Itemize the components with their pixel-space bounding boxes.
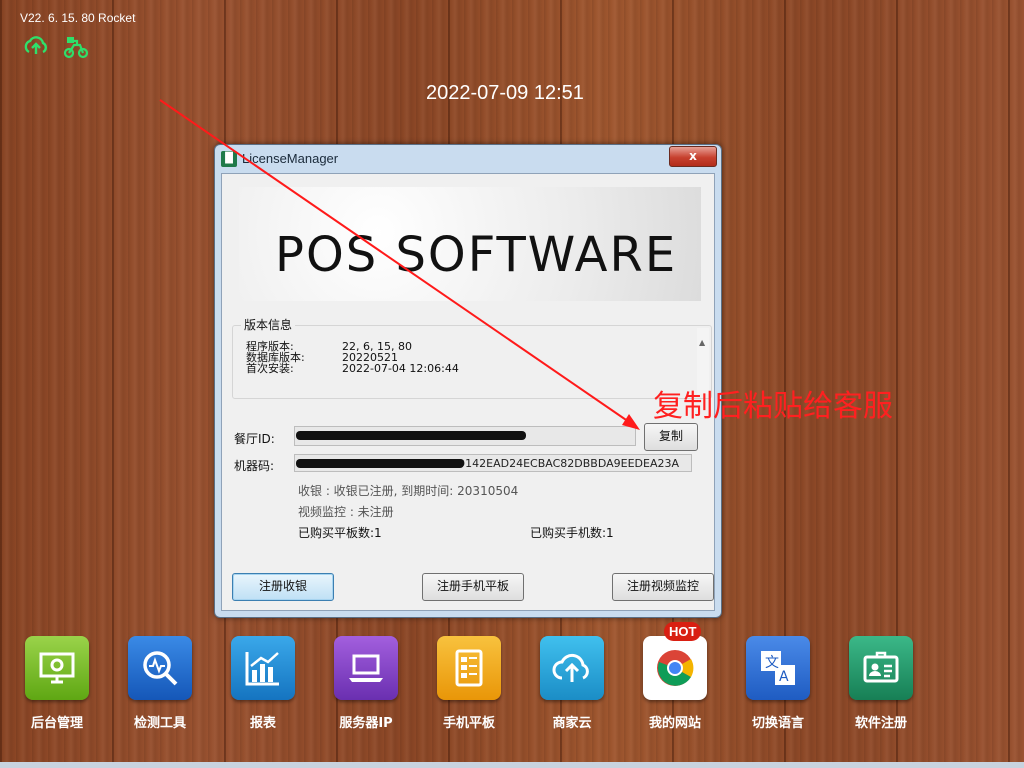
cloud-upload-icon[interactable] — [22, 32, 50, 60]
dock-label: 服务器IP — [339, 716, 393, 731]
svg-text:文: 文 — [765, 655, 779, 671]
search-diagnostic-icon[interactable] — [128, 636, 192, 700]
top-icons — [22, 32, 90, 60]
tablet-icon[interactable] — [437, 636, 501, 700]
chrome-icon[interactable] — [643, 636, 707, 700]
dock-label: 商家云 — [552, 716, 592, 731]
annotation-text: 复制后粘贴给客服 — [653, 389, 893, 424]
settings-monitor-icon[interactable] — [25, 636, 89, 700]
dock-item-merchant-cloud[interactable]: 商家云 — [527, 636, 617, 731]
restaurant-id-label: 餐厅ID: — [234, 432, 275, 446]
translate-icon[interactable]: 文A — [746, 636, 810, 700]
tablet-count: 已购买平板数:1 — [298, 526, 382, 540]
register-video-button[interactable]: 注册视频监控 — [612, 573, 714, 601]
dock-item-website[interactable]: HOT 我的网站 — [630, 622, 720, 731]
copy-button[interactable]: 复制 — [644, 423, 698, 451]
banner-text: POS SOFTWARE — [275, 227, 678, 283]
app-icon: █ — [221, 151, 237, 167]
bottom-strip — [0, 762, 1024, 768]
laptop-icon[interactable] — [334, 636, 398, 700]
clock: 2022-07-09 12:51 — [426, 82, 584, 104]
version-label: V22. 6. 15. 80 Rocket — [20, 11, 136, 25]
window-client: POS SOFTWARE 版本信息 程序版本: 22, 6, 15, 80 数据库… — [221, 173, 715, 611]
dock-label: 切换语言 — [751, 716, 804, 731]
banner-image: POS SOFTWARE — [239, 187, 701, 301]
dock-label: 报表 — [249, 716, 276, 731]
register-tablet-button[interactable]: 注册手机平板 — [422, 573, 524, 601]
delivery-bike-icon[interactable] — [62, 32, 90, 60]
dock-item-registration[interactable]: 软件注册 — [836, 636, 926, 731]
chart-icon[interactable] — [231, 636, 295, 700]
window-title: LicenseManager — [242, 151, 339, 166]
dock-item-language[interactable]: 文A 切换语言 — [733, 636, 823, 731]
license-manager-window: █ LicenseManager x POS SOFTWARE 版本信息 程序版… — [214, 144, 722, 618]
version-info-group: 版本信息 程序版本: 22, 6, 15, 80 数据库版本: 20220521 首… — [232, 316, 712, 399]
close-button[interactable]: x — [669, 146, 717, 167]
dock-label: 后台管理 — [30, 716, 83, 731]
dock-label: 手机平板 — [442, 716, 495, 731]
machine-code-label: 机器码: — [234, 459, 275, 473]
version-info-list: 程序版本: 22, 6, 15, 80 数据库版本: 20220521 首次安装: 2… — [246, 341, 459, 375]
redaction-scribble — [296, 431, 526, 440]
dock-item-diagnostic[interactable]: 检测工具 — [115, 636, 205, 731]
dock-item-backend[interactable]: 后台管理 — [12, 636, 102, 731]
info-row-install: 首次安装: 2022-07-04 12:06:44 — [246, 362, 459, 375]
cashier-status: 收银 : 收银已注册, 到期时间: 20310504 — [298, 484, 519, 498]
version-info-label: 版本信息 — [241, 316, 296, 333]
id-card-icon[interactable] — [849, 636, 913, 700]
dock-label: 检测工具 — [133, 716, 186, 731]
dock-item-tablet[interactable]: 手机平板 — [424, 636, 514, 731]
redaction-scribble — [296, 459, 464, 468]
phone-count: 已购买手机数:1 — [530, 526, 614, 540]
window-titlebar[interactable]: █ LicenseManager x — [215, 145, 721, 171]
scroll-up-icon[interactable]: ▲ — [699, 338, 705, 347]
dock-item-server[interactable]: 服务器IP — [321, 636, 411, 731]
svg-text:A: A — [779, 669, 789, 685]
video-status: 视频监控 : 未注册 — [298, 505, 394, 519]
register-cashier-button[interactable]: 注册收银 — [232, 573, 334, 601]
dock-label: 软件注册 — [854, 716, 907, 731]
dock-label: 我的网站 — [648, 716, 701, 731]
dock-item-report[interactable]: 报表 — [218, 636, 308, 731]
cloud-upload-icon[interactable] — [540, 636, 604, 700]
hot-badge: HOT — [664, 622, 702, 641]
